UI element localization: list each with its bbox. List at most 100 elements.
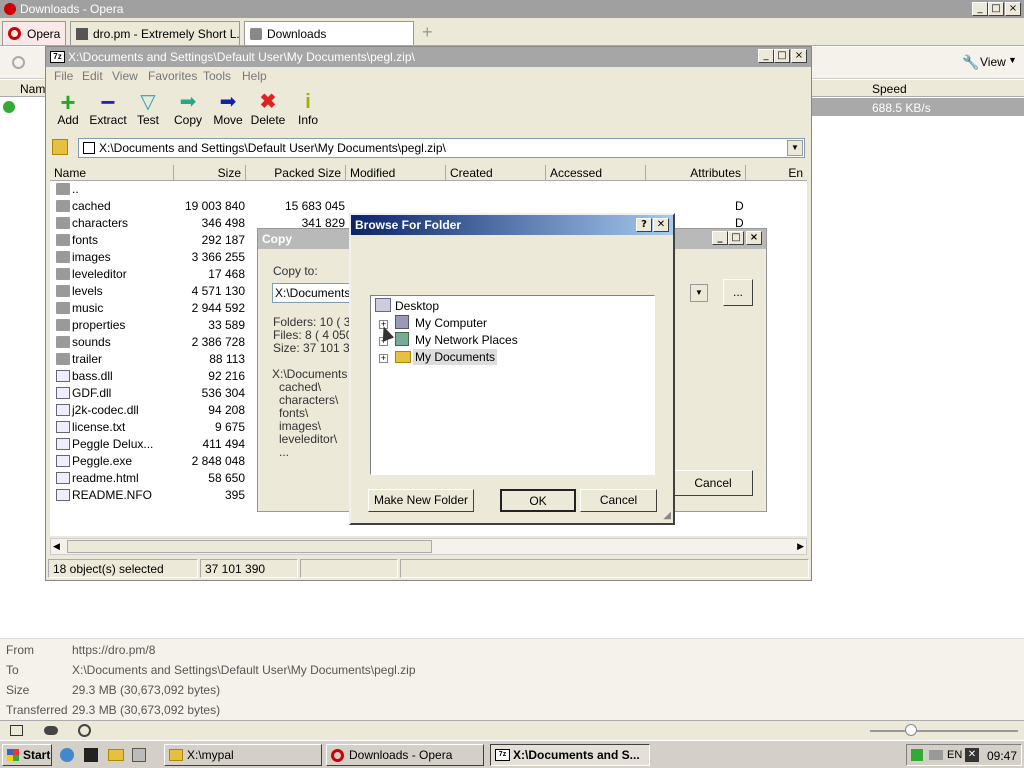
file-name: bass.dll [72, 369, 113, 383]
column-speed[interactable]: Speed [872, 82, 907, 96]
tab-downloads[interactable]: Downloads [244, 21, 414, 45]
scroll-right-icon[interactable]: ▶ [797, 541, 804, 552]
make-new-folder-button[interactable]: Make New Folder [368, 489, 474, 512]
sevenzip-close-button[interactable]: × [791, 49, 807, 63]
from-value: https://dro.pm/8 [72, 643, 156, 657]
move-button[interactable]: ➡ Move [208, 69, 248, 135]
address-bar[interactable]: X:\Documents and Settings\Default User\M… [78, 138, 805, 158]
extract-button[interactable]: − Extract [88, 69, 128, 135]
sevenzip-maximize-button[interactable]: □ [774, 49, 790, 63]
zoom-slider-thumb[interactable] [905, 724, 917, 736]
cancel-button[interactable]: Cancel [580, 489, 657, 512]
copy-browse-button[interactable]: ... [723, 279, 753, 306]
file-icon [56, 472, 70, 484]
file-icon [56, 404, 70, 416]
address-dropdown-button[interactable]: ▼ [787, 140, 803, 156]
file-size: 4 571 130 [191, 284, 245, 298]
new-tab-icon[interactable]: + [422, 22, 433, 43]
column-modified[interactable]: Modified [346, 165, 446, 181]
column-encrypted[interactable]: En [746, 165, 807, 181]
copy-destination-input[interactable]: X:\Documents a [272, 283, 352, 303]
ok-button[interactable]: OK [500, 489, 576, 512]
column-created[interactable]: Created [446, 165, 546, 181]
opera-o-icon [8, 27, 21, 40]
app-tray-icon[interactable]: ✕ [965, 748, 979, 762]
column-packed-size[interactable]: Packed Size [246, 165, 346, 181]
copy-cancel-button[interactable]: Cancel [673, 470, 753, 496]
quicklaunch-folder-icon[interactable] [108, 749, 124, 761]
copy-maximize-button[interactable]: □ [728, 231, 744, 245]
folder-tree[interactable]: Desktop + My Computer + My Network Place… [370, 295, 655, 475]
taskbar: Start X:\mypal Downloads - Opera 7z X:\D… [0, 740, 1024, 768]
add-button[interactable]: + Add [48, 69, 88, 135]
system-tray: EN ✕ 09:47 [906, 744, 1022, 766]
file-icon [56, 489, 70, 501]
sevenzip-icon: 7z [495, 749, 510, 761]
cloud-icon[interactable] [44, 726, 58, 735]
task-mypal[interactable]: X:\mypal [164, 744, 322, 766]
sevenzip-toolbar: + Add − Extract ▽ Test ➡ Copy ➡ Move ✖ D… [46, 69, 811, 135]
clock: 09:47 [987, 749, 1018, 763]
copy-close-button[interactable]: × [746, 231, 762, 245]
view-button[interactable]: View [980, 55, 1006, 69]
stop-icon[interactable] [12, 56, 25, 69]
browse-for-folder-dialog: Browse For Folder ? ✕ Desktop + My Compu… [349, 213, 675, 525]
opera-window-title: Downloads - Opera [20, 2, 124, 16]
quicklaunch-window-icon[interactable] [132, 748, 146, 762]
column-size[interactable]: Size [174, 165, 246, 181]
folder-icon [56, 217, 70, 229]
resize-grip-icon[interactable]: ◢ [663, 510, 671, 521]
quicklaunch-ie-icon[interactable] [60, 748, 74, 762]
file-name: Peggle Delux... [72, 437, 154, 451]
copy-dropdown-button[interactable]: ▼ [690, 284, 708, 302]
downloads-icon [250, 28, 262, 40]
language-indicator[interactable]: EN [947, 749, 962, 761]
start-button[interactable]: Start [2, 744, 52, 766]
file-size: 411 494 [202, 437, 246, 451]
file-size: 92 216 [208, 369, 245, 383]
delete-button[interactable]: ✖ Delete [248, 69, 288, 135]
opera-menu-button[interactable]: Opera [2, 21, 66, 45]
maximize-button[interactable]: □ [988, 2, 1004, 16]
browse-close-button[interactable]: ✕ [653, 218, 669, 232]
minus-icon: − [100, 87, 116, 117]
column-attributes[interactable]: Attributes [646, 165, 746, 181]
copy-minimize-button[interactable]: _ [712, 231, 728, 245]
file-size: 17 468 [208, 267, 245, 281]
sevenzip-minimize-button[interactable]: _ [758, 49, 774, 63]
speed-dial-icon[interactable] [78, 724, 91, 737]
column-name[interactable]: Name [50, 165, 174, 181]
help-button[interactable]: ? [636, 218, 652, 232]
computer-icon [395, 315, 409, 329]
column-accessed[interactable]: Accessed [546, 165, 646, 181]
opera-tab-bar: Opera dro.pm - Extremely Short L... Down… [0, 18, 1024, 46]
zoom-slider[interactable] [870, 730, 1018, 732]
close-button[interactable]: × [1005, 2, 1021, 16]
status-empty-1 [300, 559, 398, 578]
copy-button[interactable]: ➡ Copy [168, 69, 208, 135]
file-size: 9 675 [214, 420, 245, 434]
scroll-left-icon[interactable]: ◀ [53, 541, 60, 552]
file-name: Peggle.exe [72, 454, 133, 468]
task-sevenzip[interactable]: 7z X:\Documents and S... [490, 744, 650, 766]
test-button[interactable]: ▽ Test [128, 69, 168, 135]
task-opera[interactable]: Downloads - Opera [326, 744, 484, 766]
file-name: readme.html [72, 471, 139, 485]
panel-toggle-icon[interactable] [10, 725, 23, 736]
quicklaunch-cmd-icon[interactable] [84, 748, 98, 762]
up-folder-icon[interactable] [52, 139, 68, 155]
folder-icon [56, 285, 70, 297]
file-packed-size: 15 683 045 [284, 199, 345, 213]
info-icon: i [305, 91, 311, 113]
file-size: 88 113 [209, 352, 245, 366]
speaker-tray-icon[interactable] [929, 750, 943, 760]
page-icon [76, 28, 88, 40]
expand-my-documents-icon[interactable]: + [379, 354, 388, 363]
minimize-button[interactable]: _ [972, 2, 988, 16]
file-row[interactable]: .. [50, 181, 807, 198]
tab-dro-pm[interactable]: dro.pm - Extremely Short L... [70, 21, 240, 45]
horizontal-scrollbar[interactable]: ◀ ▶ [50, 538, 807, 555]
network-tray-icon[interactable] [911, 749, 923, 761]
scrollbar-thumb[interactable] [67, 540, 432, 553]
info-button[interactable]: i Info [288, 69, 328, 135]
